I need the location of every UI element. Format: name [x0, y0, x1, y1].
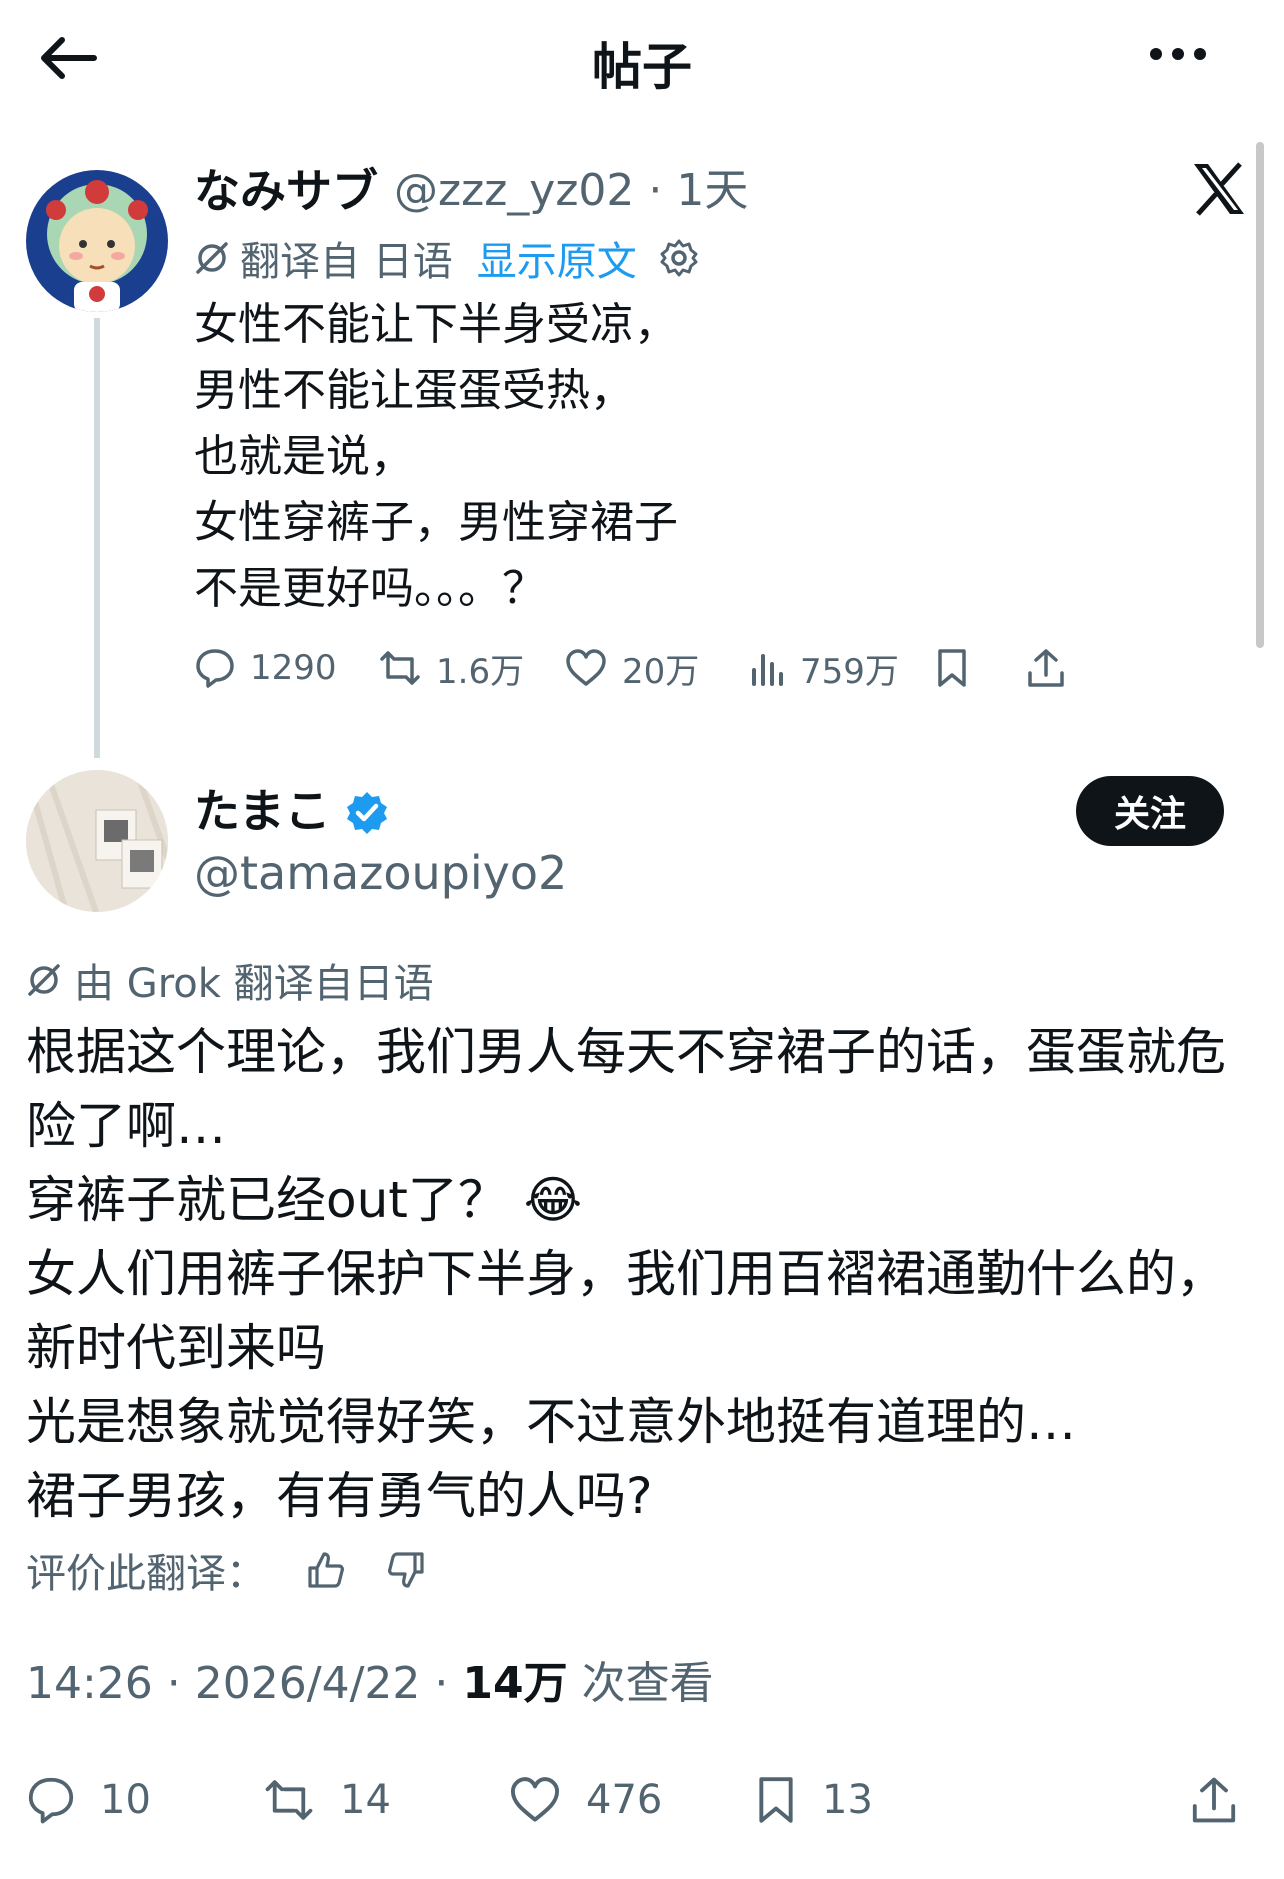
bookmark-icon — [759, 1777, 793, 1823]
repost-count: 14 — [340, 1777, 391, 1823]
share-button[interactable] — [1026, 636, 1066, 700]
reply-button[interactable]: 1290 — [194, 636, 337, 700]
scrollbar[interactable] — [1256, 142, 1264, 648]
show-original-link[interactable]: 显示原文 — [477, 229, 637, 287]
author-handle[interactable]: @tamazoupiyo2 — [194, 842, 567, 904]
share-icon — [1192, 1777, 1236, 1823]
translate-icon — [196, 242, 228, 274]
translated-from-label: 翻译自 日语 — [240, 239, 453, 285]
reply-count: 1290 — [250, 648, 337, 688]
post-meta: 14:26 · 2026/4/22 · 14万 次查看 — [26, 1652, 714, 1716]
post-date: 2026/4/22 — [194, 1658, 421, 1709]
page-title: 帖子 — [592, 38, 692, 96]
follow-button[interactable]: 关注 — [1076, 776, 1224, 846]
repost-count: 1.6万 — [436, 651, 525, 692]
bookmark-count: 13 — [822, 1777, 873, 1823]
separator-dot: · — [634, 165, 677, 216]
reply-icon — [28, 1777, 74, 1824]
quoted-tweet-text: 女性不能让下半身受凉， 男性不能让蛋蛋受热， 也就是说， 女性穿裤子，男性穿裙子… — [194, 299, 678, 614]
share-button[interactable] — [1190, 1760, 1238, 1840]
views-button[interactable]: 759万 — [750, 636, 899, 700]
repost-button[interactable]: 14 — [262, 1760, 391, 1840]
author-name[interactable]: たまこ — [194, 780, 331, 842]
grok-translated-label: 由 Grok 翻译自日语 — [74, 961, 434, 1007]
post-action-bar: 10 14 476 13 — [26, 1760, 1266, 1840]
avatar[interactable] — [26, 170, 168, 312]
views-label: 次查看 — [581, 1658, 714, 1709]
like-button[interactable]: 476 — [508, 1760, 662, 1840]
reply-button[interactable]: 10 — [26, 1760, 151, 1840]
gear-icon[interactable] — [659, 238, 699, 278]
quoted-timestamp: 1天 — [676, 165, 749, 216]
like-button[interactable]: 20万 — [564, 636, 699, 700]
more-horizontal-icon — [1150, 48, 1206, 60]
author-avatar[interactable] — [26, 770, 168, 912]
x-logo-icon — [1190, 160, 1248, 218]
thumbs-up-icon — [308, 1552, 344, 1588]
bookmark-button[interactable] — [934, 636, 970, 700]
like-count: 476 — [586, 1777, 663, 1823]
repost-icon — [265, 1780, 313, 1820]
verified-badge-icon — [344, 790, 390, 836]
more-button[interactable] — [1148, 44, 1228, 84]
reply-count: 10 — [100, 1777, 151, 1823]
like-count: 20万 — [622, 651, 700, 692]
quoted-author-meta[interactable]: @zzz_yz02 · 1天 — [394, 160, 748, 222]
thumbs-down-icon — [388, 1552, 424, 1588]
translate-icon — [28, 964, 60, 996]
thumbs-up-button[interactable] — [306, 1550, 346, 1590]
rate-translation: 评价此翻译： — [26, 1538, 426, 1602]
repost-button[interactable]: 1.6万 — [378, 636, 524, 700]
photo-avatar-image — [26, 770, 168, 912]
translation-bar: 翻译自 日语 显示原文 — [194, 228, 699, 288]
post-time: 14:26 — [26, 1658, 153, 1709]
cartoon-avatar-image — [26, 170, 168, 312]
quoted-action-bar: 1290 1.6万 20万 759万 — [194, 636, 1244, 700]
thread-line — [94, 318, 100, 758]
heart-icon — [510, 1777, 560, 1822]
bookmark-button[interactable]: 13 — [754, 1760, 873, 1840]
views-count: 759万 — [800, 651, 899, 692]
analytics-icon — [752, 654, 783, 686]
rate-translation-label: 评价此翻译： — [26, 1551, 266, 1597]
views-number: 14万 — [462, 1658, 568, 1709]
heart-icon — [566, 649, 606, 686]
thumbs-down-button[interactable] — [386, 1550, 426, 1590]
repost-icon — [380, 651, 420, 685]
quoted-author-name[interactable]: なみサブ — [194, 160, 378, 222]
post-text: 根据这个理论，我们男人每天不穿裙子的话，蛋蛋就危险了啊… 穿裤子就已经out了？… — [26, 1023, 1226, 1525]
grok-translation-bar: 由 Grok 翻译自日语 — [26, 950, 434, 1010]
reply-icon — [196, 649, 234, 688]
quoted-author-handle: @zzz_yz02 — [394, 165, 635, 216]
share-icon — [1028, 649, 1064, 687]
separator-dot: · — [420, 1658, 463, 1709]
bookmark-icon — [938, 649, 966, 687]
separator-dot: · — [152, 1658, 195, 1709]
